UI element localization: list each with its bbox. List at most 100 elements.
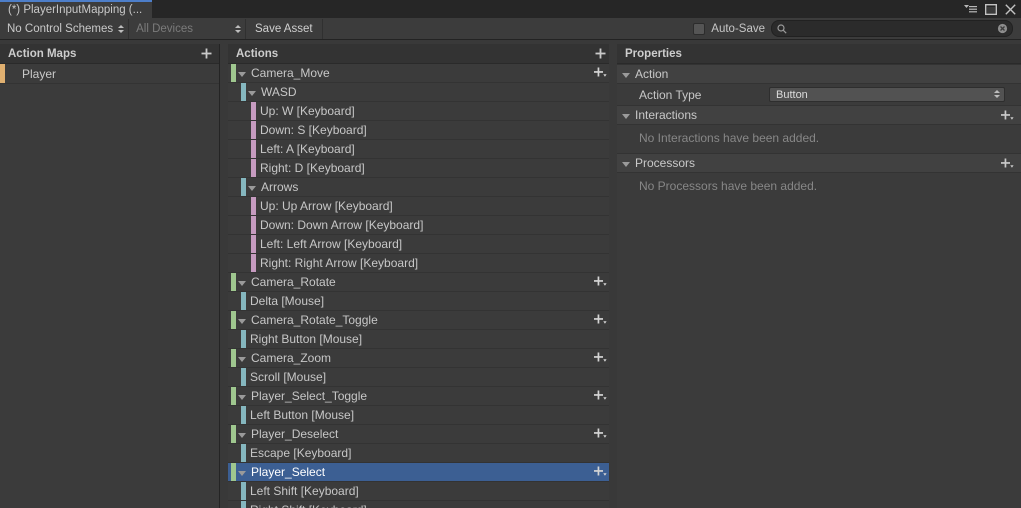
row-label: Scroll [Mouse] [250, 370, 327, 384]
interactions-section-foldout[interactable]: Interactions [617, 105, 1021, 125]
row-label: Right: D [Keyboard] [260, 161, 365, 175]
devices-dropdown[interactable]: All Devices [129, 18, 246, 39]
row-color-stripe [241, 83, 246, 101]
processors-empty-text: No Processors have been added. [639, 179, 818, 193]
search-icon [777, 23, 787, 37]
close-icon[interactable] [1004, 3, 1017, 16]
composite-binding-row[interactable]: Arrows [228, 178, 613, 197]
action-row[interactable]: Player_Deselect [228, 425, 613, 444]
add-interaction-button[interactable] [1001, 110, 1014, 121]
binding-row[interactable]: Down: Down Arrow [Keyboard] [228, 216, 613, 235]
chevron-down-icon [622, 72, 630, 78]
add-processor-button[interactable] [1001, 158, 1014, 169]
clear-icon[interactable] [997, 23, 1008, 37]
binding-row[interactable]: Down: S [Keyboard] [228, 121, 613, 140]
action-section-foldout[interactable]: Action [617, 64, 1021, 84]
binding-row[interactable]: Right: D [Keyboard] [228, 159, 613, 178]
window-tab-bar: (*) PlayerInputMapping (... [0, 0, 1021, 18]
chevron-down-icon[interactable] [238, 470, 246, 476]
binding-row[interactable]: Left Button [Mouse] [228, 406, 613, 425]
row-label: Escape [Keyboard] [250, 446, 352, 460]
action-type-label: Action Type [639, 87, 702, 102]
action-type-dropdown[interactable]: Button [769, 87, 1005, 102]
row-label: Camera_Zoom [251, 351, 332, 365]
action-row[interactable]: Player_Select_Toggle [228, 387, 613, 406]
action-map-color-stripe [0, 64, 5, 83]
action-maps-header: Action Maps [0, 44, 219, 64]
save-asset-button[interactable]: Save Asset [246, 18, 323, 39]
row-label: Left: Left Arrow [Keyboard] [260, 237, 403, 251]
row-label: Left Button [Mouse] [250, 408, 355, 422]
binding-row[interactable]: Left: A [Keyboard] [228, 140, 613, 159]
chevron-down-icon[interactable] [248, 90, 256, 96]
binding-row[interactable]: Right Shift [Keyboard] [228, 501, 613, 508]
action-row[interactable]: Camera_Move [228, 64, 613, 83]
add-action-button[interactable] [595, 48, 606, 59]
action-row[interactable]: Camera_Rotate_Toggle [228, 311, 613, 330]
chevron-down-icon[interactable] [238, 280, 246, 286]
binding-row[interactable]: Up: Up Arrow [Keyboard] [228, 197, 613, 216]
row-color-stripe [251, 159, 256, 177]
binding-row[interactable]: Right: Right Arrow [Keyboard] [228, 254, 613, 273]
action-row[interactable]: Player_Select [228, 463, 613, 482]
row-label: Down: S [Keyboard] [260, 123, 367, 137]
add-action-map-button[interactable] [201, 48, 212, 59]
action-row[interactable]: Camera_Rotate [228, 273, 613, 292]
binding-row[interactable]: Left Shift [Keyboard] [228, 482, 613, 501]
action-map-row[interactable]: Player [0, 64, 219, 84]
panel-menu-icon[interactable] [964, 3, 977, 16]
add-binding-button[interactable] [594, 67, 607, 81]
add-binding-button[interactable] [594, 352, 607, 366]
add-binding-button[interactable] [594, 428, 607, 442]
row-label: Left Shift [Keyboard] [250, 484, 359, 498]
row-label: Delta [Mouse] [250, 294, 325, 308]
control-schemes-dropdown[interactable]: No Control Schemes [0, 18, 130, 39]
binding-row[interactable]: Scroll [Mouse] [228, 368, 613, 387]
binding-row[interactable]: Left: Left Arrow [Keyboard] [228, 235, 613, 254]
search-field[interactable] [771, 20, 1013, 37]
panel-divider-right[interactable] [609, 44, 617, 508]
add-binding-button[interactable] [594, 390, 607, 404]
composite-binding-row[interactable]: WASD [228, 83, 613, 102]
row-color-stripe [231, 387, 236, 405]
binding-row[interactable]: Delta [Mouse] [228, 292, 613, 311]
row-label: Left: A [Keyboard] [260, 142, 355, 156]
binding-row[interactable]: Escape [Keyboard] [228, 444, 613, 463]
action-maps-panel: Action Maps Player [0, 44, 220, 508]
chevron-down-icon[interactable] [238, 394, 246, 400]
maximize-icon[interactable] [984, 3, 997, 16]
row-label: Right: Right Arrow [Keyboard] [260, 256, 419, 270]
devices-label: All Devices [136, 22, 193, 35]
row-label: Camera_Rotate_Toggle [251, 313, 378, 327]
auto-save-toggle[interactable]: Auto-Save [693, 22, 771, 35]
add-binding-button[interactable] [594, 276, 607, 290]
panel-divider-left[interactable] [220, 44, 228, 508]
action-row[interactable]: Camera_Zoom [228, 349, 613, 368]
binding-row[interactable]: Up: W [Keyboard] [228, 102, 613, 121]
search-input[interactable] [790, 21, 976, 36]
tab-player-input-mapping[interactable]: (*) PlayerInputMapping (... [0, 0, 153, 18]
processors-section-label: Processors [635, 156, 696, 170]
row-label: Down: Down Arrow [Keyboard] [260, 218, 424, 232]
row-label: Player_Select [251, 465, 326, 479]
interactions-empty-text: No Interactions have been added. [639, 131, 820, 145]
chevron-down-icon[interactable] [238, 318, 246, 324]
chevron-down-icon[interactable] [238, 356, 246, 362]
row-label: Camera_Rotate [251, 275, 336, 289]
tab-label: (*) PlayerInputMapping (... [8, 4, 143, 16]
chevron-down-icon[interactable] [238, 432, 246, 438]
add-binding-button[interactable] [594, 466, 607, 480]
row-color-stripe [241, 501, 246, 508]
binding-row[interactable]: Right Button [Mouse] [228, 330, 613, 349]
row-label: Player_Deselect [251, 427, 339, 441]
actions-title: Actions [236, 47, 279, 60]
row-label: WASD [261, 85, 297, 99]
auto-save-checkbox[interactable] [693, 22, 706, 35]
row-color-stripe [251, 254, 256, 272]
row-color-stripe [241, 444, 246, 462]
add-binding-button[interactable] [594, 314, 607, 328]
actions-tree: Camera_Move WASD Up: W [Keyboard] Down: S [… [228, 64, 613, 508]
processors-section-foldout[interactable]: Processors [617, 153, 1021, 173]
chevron-down-icon[interactable] [238, 71, 246, 77]
chevron-down-icon[interactable] [248, 185, 256, 191]
